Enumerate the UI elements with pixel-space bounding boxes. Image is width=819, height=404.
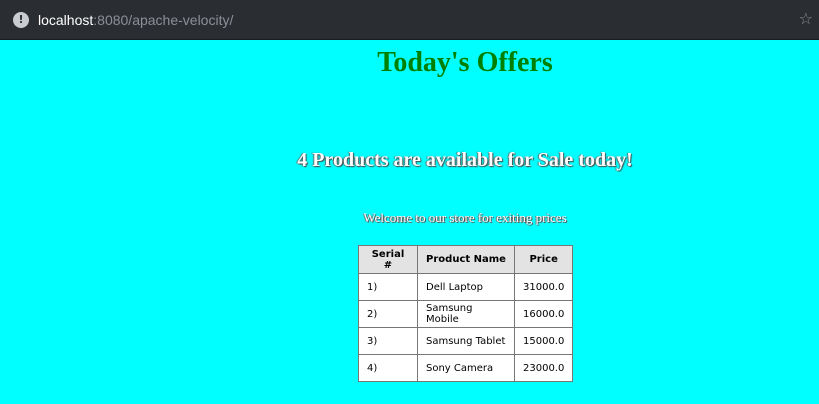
cell-price: 31000.0 [513, 273, 574, 301]
cell-product-name: Sony Camera [417, 354, 515, 382]
cell-serial: 3) [358, 327, 418, 355]
cell-product-name: Dell Laptop [417, 273, 515, 301]
page-title: Today's Offers [377, 47, 553, 78]
table-row: 1) Dell Laptop 31000.0 [358, 273, 574, 301]
url-field[interactable]: localhost:8080/apache-velocity/ [38, 12, 233, 28]
url-host: localhost [38, 11, 94, 28]
star-icon[interactable]: ☆ [799, 11, 813, 27]
cell-product-name: Samsung Mobile [417, 300, 515, 328]
cell-price: 23000.0 [513, 354, 574, 382]
table-row: 3) Samsung Tablet 15000.0 [358, 327, 574, 355]
table-row: 2) Samsung Mobile 16000.0 [358, 300, 574, 328]
cell-serial: 4) [358, 354, 418, 382]
header-product-name: Product Name [417, 245, 515, 274]
welcome-text: Welcome to our store for exiting prices [363, 210, 567, 225]
page-content: Today's Offers 4 Products are available … [0, 40, 819, 404]
header-serial: Serial # [358, 245, 418, 274]
cell-product-name: Samsung Tablet [417, 327, 515, 355]
url-path: :8080/apache-velocity/ [93, 11, 234, 28]
cell-price: 15000.0 [513, 327, 574, 355]
products-table: Serial # Product Name Price 1) Dell Lapt… [358, 245, 574, 382]
address-bar[interactable]: ! localhost:8080/apache-velocity/ ☆ [0, 0, 819, 40]
products-count-heading: 4 Products are available for Sale today! [297, 149, 633, 171]
info-icon[interactable]: ! [13, 11, 29, 28]
cell-serial: 1) [358, 273, 418, 301]
table-row: 4) Sony Camera 23000.0 [358, 354, 574, 382]
cell-serial: 2) [358, 300, 418, 328]
cell-price: 16000.0 [513, 300, 574, 328]
header-price: Price [513, 245, 574, 274]
table-header-row: Serial # Product Name Price [358, 245, 574, 274]
